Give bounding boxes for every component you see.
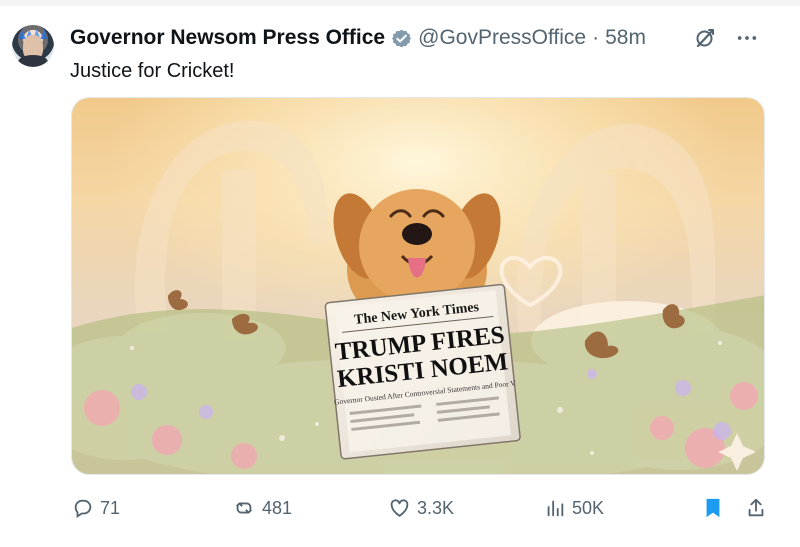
views-icon <box>544 497 566 519</box>
repost-icon <box>232 497 256 519</box>
like-icon <box>388 497 411 519</box>
share-action[interactable] <box>745 494 767 522</box>
repost-action[interactable]: 481 <box>232 494 292 522</box>
post-top-actions <box>693 26 758 50</box>
avatar-suit <box>18 55 48 67</box>
handle[interactable]: @GovPressOffice <box>418 26 586 50</box>
more-icon[interactable] <box>736 27 758 49</box>
reply-icon <box>72 497 94 519</box>
puppy-newspaper-illustration: The New York Times TRUMP FIRES KRISTI NO… <box>72 98 764 474</box>
top-divider <box>0 0 800 6</box>
like-action[interactable]: 3.3K <box>388 494 454 522</box>
reply-action[interactable]: 71 <box>72 494 120 522</box>
verified-icon <box>391 28 412 49</box>
tweet[interactable]: Governor Newsom Press Office @GovPressOf… <box>0 0 800 547</box>
post-header: Governor Newsom Press Office @GovPressOf… <box>70 26 646 50</box>
post-image[interactable]: The New York Times TRUMP FIRES KRISTI NO… <box>71 97 765 475</box>
views-count: 50K <box>572 497 605 518</box>
repost-count: 481 <box>262 497 293 518</box>
display-name[interactable]: Governor Newsom Press Office <box>70 26 385 50</box>
avatar[interactable] <box>12 25 54 67</box>
bookmark-action[interactable] <box>704 494 722 522</box>
share-icon <box>745 497 767 519</box>
post-text: Justice for Cricket! <box>70 60 235 82</box>
post-time[interactable]: 58m <box>605 26 646 50</box>
post-actions: 71 481 3.3K 50K <box>72 494 772 522</box>
grok-icon[interactable] <box>693 26 717 50</box>
views-action[interactable]: 50K <box>544 494 604 522</box>
like-count: 3.3K <box>417 497 455 518</box>
reply-count: 71 <box>100 497 121 518</box>
bookmark-icon <box>704 497 722 519</box>
time-separator: · <box>592 26 600 49</box>
